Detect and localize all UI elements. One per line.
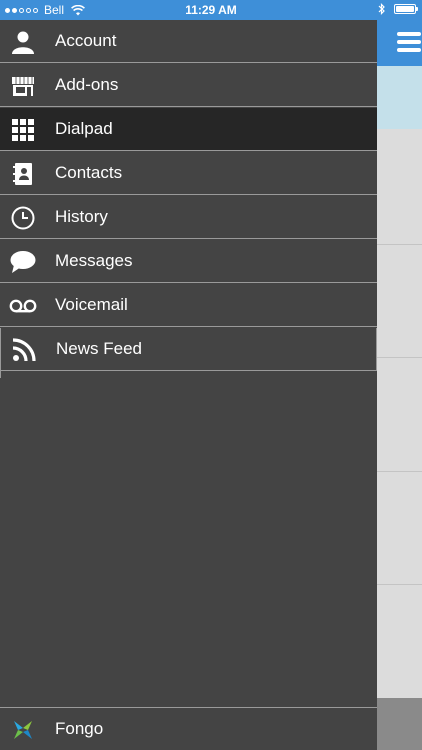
menu-item-account[interactable]: Account: [0, 20, 377, 63]
voicemail-icon: [9, 292, 37, 320]
highlighted-row[interactable]: [377, 66, 422, 129]
hamburger-menu-button[interactable]: [397, 31, 421, 53]
bottom-bar: [377, 698, 422, 750]
hamburger-line-icon: [397, 48, 421, 52]
contacts-book-icon: [9, 160, 37, 188]
clock-icon: [9, 204, 37, 232]
menu-label: Add-ons: [55, 75, 119, 94]
menu-item-dialpad[interactable]: Dialpad: [0, 108, 377, 151]
rss-icon: [10, 336, 38, 364]
battery-level: [396, 6, 414, 12]
fongo-logo-icon: [9, 716, 37, 744]
menu-item-add-ons[interactable]: Add-ons: [0, 64, 377, 107]
row-divider: [377, 244, 422, 245]
status-right: [378, 3, 418, 15]
drawer-footer[interactable]: Fongo: [0, 707, 377, 750]
navigation-drawer: Account Add-ons Dialpad Contacts History…: [0, 20, 377, 750]
menu-label: History: [55, 207, 108, 226]
footer-label: Fongo: [55, 719, 104, 738]
divider-tick: [0, 370, 1, 378]
hamburger-line-icon: [397, 40, 421, 44]
row-divider: [377, 357, 422, 358]
menu-label: Messages: [55, 251, 133, 270]
speech-bubble-icon: [9, 248, 37, 276]
person-icon: [9, 28, 37, 56]
row-divider: [377, 584, 422, 585]
main-header: [377, 20, 422, 66]
main-content-peek: [377, 20, 422, 750]
hamburger-line-icon: [397, 32, 421, 36]
menu-item-contacts[interactable]: Contacts: [0, 152, 377, 195]
menu-label: News Feed: [56, 339, 142, 358]
menu-label: Contacts: [55, 163, 123, 182]
menu-label: Voicemail: [55, 295, 128, 314]
menu-item-voicemail[interactable]: Voicemail: [0, 284, 377, 327]
menu-item-messages[interactable]: Messages: [0, 240, 377, 283]
menu-item-history[interactable]: History: [0, 196, 377, 239]
battery-icon: [394, 4, 418, 14]
row-divider: [377, 471, 422, 472]
menu-label: Dialpad: [55, 119, 113, 138]
store-icon: [9, 72, 37, 100]
status-bar: Bell 11:29 AM: [0, 0, 422, 20]
status-time: 11:29 AM: [185, 3, 237, 17]
menu-item-news-feed[interactable]: News Feed: [0, 328, 377, 371]
bluetooth-icon: [378, 3, 385, 15]
menu-label: Account: [55, 31, 117, 50]
dialpad-icon: [9, 116, 37, 144]
